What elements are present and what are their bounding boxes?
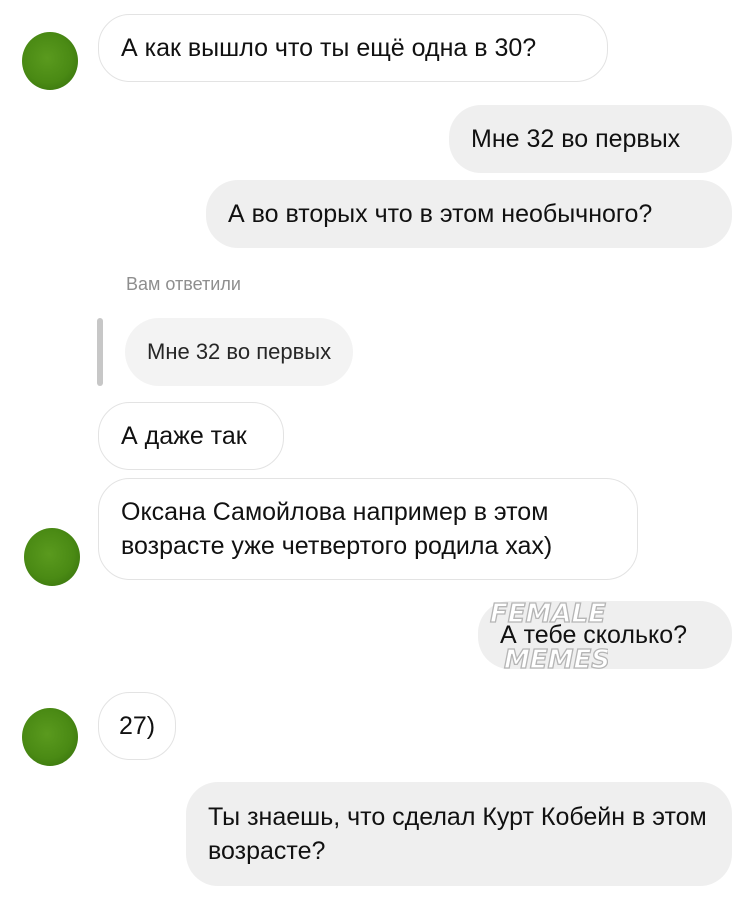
message-text: А даже так bbox=[121, 422, 247, 450]
message-text: 27) bbox=[119, 712, 156, 740]
reply-label: Вам ответили bbox=[126, 274, 241, 294]
message-text: Оксана Самойлова например в этом возраст… bbox=[121, 498, 553, 560]
contact-avatar[interactable] bbox=[22, 708, 78, 766]
message-text: Мне 32 во первых bbox=[471, 125, 681, 153]
outgoing-message[interactable]: Ты знаешь, что сделал Курт Кобейн в этом… bbox=[186, 782, 732, 886]
reply-indicator-bar bbox=[97, 318, 103, 386]
message-text: А как вышло что ты ещё одна в 30? bbox=[121, 34, 537, 62]
message-text: А во вторых что в этом необычного? bbox=[228, 200, 653, 228]
contact-avatar[interactable] bbox=[22, 32, 78, 90]
message-text: А тебе сколько? bbox=[500, 621, 688, 649]
message-text: Ты знаешь, что сделал Курт Кобейн в этом… bbox=[208, 803, 707, 865]
outgoing-message[interactable]: А во вторых что в этом необычного? bbox=[206, 180, 732, 248]
outgoing-message[interactable]: А тебе сколько? bbox=[478, 601, 732, 669]
incoming-message[interactable]: А даже так bbox=[98, 402, 284, 470]
incoming-message[interactable]: А как вышло что ты ещё одна в 30? bbox=[98, 14, 608, 82]
quoted-message[interactable]: Мне 32 во первых bbox=[125, 318, 354, 386]
incoming-message[interactable]: 27) bbox=[98, 692, 176, 760]
contact-avatar[interactable] bbox=[24, 528, 80, 586]
outgoing-message[interactable]: Мне 32 во первых bbox=[449, 105, 732, 173]
incoming-message[interactable]: Оксана Самойлова например в этом возраст… bbox=[98, 478, 638, 580]
